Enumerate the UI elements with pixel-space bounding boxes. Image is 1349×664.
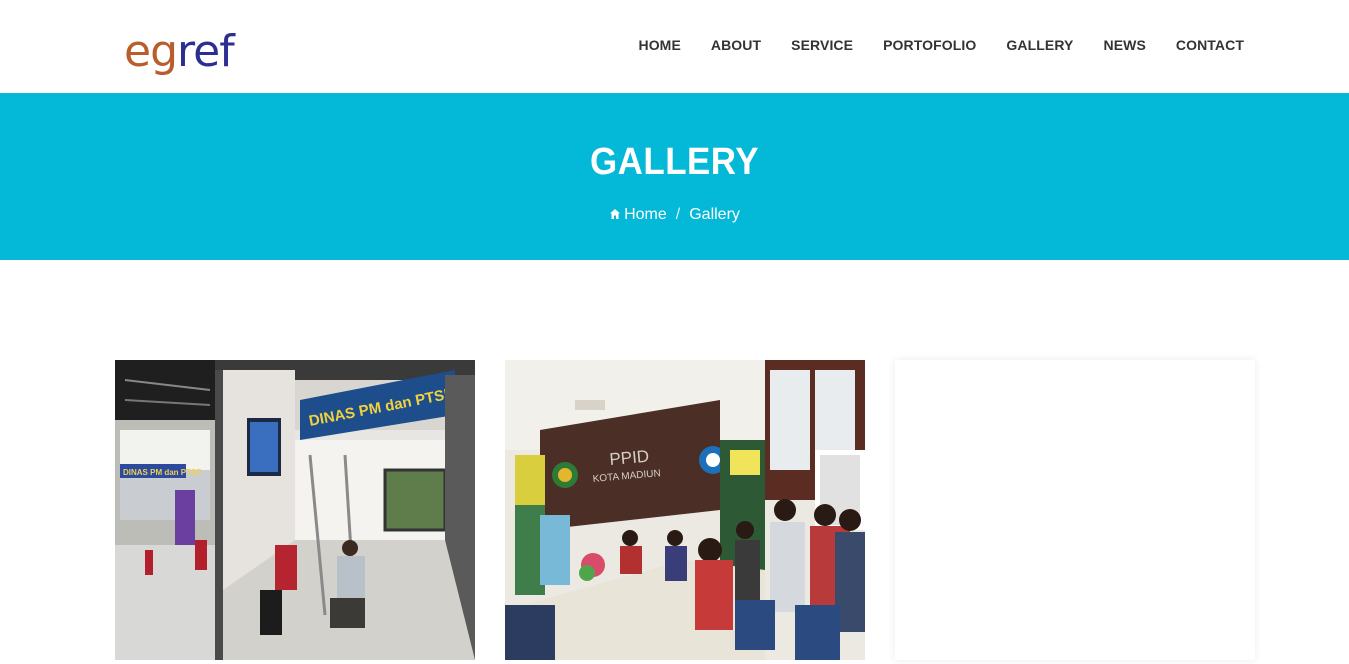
breadcrumb-current: Gallery bbox=[689, 206, 740, 223]
breadcrumb-separator: / bbox=[675, 206, 681, 223]
nav-news[interactable]: NEWS bbox=[1103, 37, 1145, 53]
gallery-item-1[interactable]: DINAS PM dan PTSP DINAS PM dan PTSP bbox=[115, 360, 475, 660]
nav-home[interactable]: HOME bbox=[638, 37, 680, 53]
site-header: egref HOME ABOUT SERVICE PORTOFOLIO GALL… bbox=[0, 0, 1349, 93]
logo-part-eg: eg bbox=[124, 26, 178, 77]
gallery-item-3[interactable] bbox=[895, 360, 1255, 660]
nav-gallery[interactable]: GALLERY bbox=[1006, 37, 1073, 53]
page-title: GALLERY bbox=[590, 141, 759, 183]
nav-service[interactable]: SERVICE bbox=[791, 37, 853, 53]
gallery-photo-ppid-meeting: PPID KOTA MADIUN bbox=[505, 360, 865, 660]
breadcrumb: Home / Gallery bbox=[0, 206, 1349, 224]
nav-portofolio[interactable]: PORTOFOLIO bbox=[883, 37, 976, 53]
main-nav: HOME ABOUT SERVICE PORTOFOLIO GALLERY NE… bbox=[608, 37, 1244, 53]
gallery-photo-office-lobby: DINAS PM dan PTSP DINAS PM dan PTSP bbox=[115, 360, 475, 660]
nav-about[interactable]: ABOUT bbox=[711, 37, 761, 53]
gallery-item-2[interactable]: PPID KOTA MADIUN bbox=[505, 360, 865, 660]
breadcrumb-home-link[interactable]: Home bbox=[624, 206, 667, 223]
home-icon bbox=[610, 209, 621, 220]
photo2-sign-ppid: PPID bbox=[609, 447, 650, 469]
logo[interactable]: egref bbox=[124, 26, 235, 78]
nav-contact[interactable]: CONTACT bbox=[1176, 37, 1244, 53]
photo1-small-sign: DINAS PM dan PTSP bbox=[123, 468, 202, 477]
page-banner: GALLERY Home / Gallery bbox=[0, 93, 1349, 260]
logo-part-ref: ref bbox=[177, 26, 235, 77]
